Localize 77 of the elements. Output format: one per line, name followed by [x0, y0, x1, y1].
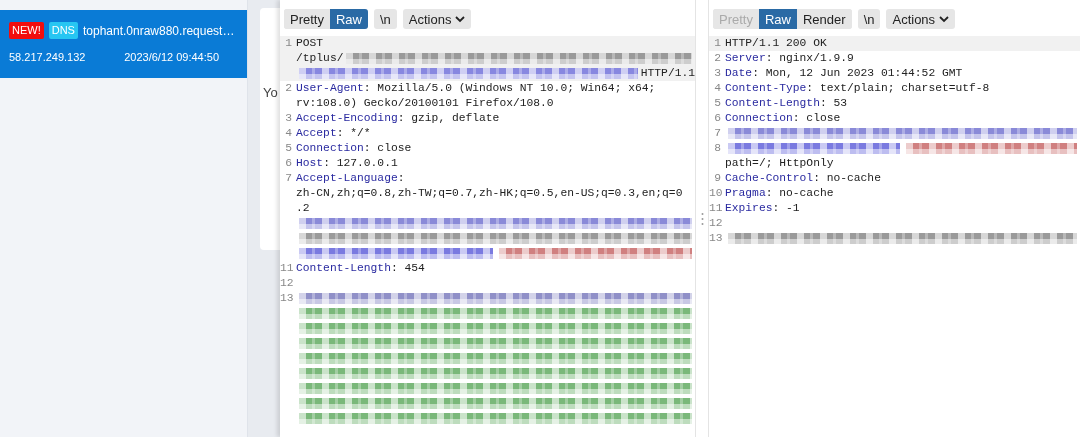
- code-text: .2: [296, 201, 310, 216]
- line-number: 1: [713, 36, 722, 51]
- line-number: 2: [284, 81, 293, 96]
- line-number: 11: [709, 201, 724, 216]
- code-text: HTTP/1.1: [640, 66, 695, 81]
- code-text: POST: [296, 36, 324, 51]
- line-number: 10: [709, 186, 724, 201]
- line-number: 3: [713, 66, 722, 81]
- header-name: Content-Type: [725, 81, 807, 96]
- line-number: 13: [280, 291, 295, 306]
- line-number: 8: [713, 141, 722, 156]
- code-text: : 127.0.0.1: [323, 156, 398, 171]
- line-number: 12: [709, 216, 724, 231]
- request-title: tophant.0nraw880.request…: [82, 23, 235, 38]
- code-text: :: [397, 171, 405, 186]
- line-number: 7: [713, 126, 722, 141]
- code-text: : Mozilla/5.0 (Windows NT 10.0; Win64; x64;: [363, 81, 656, 96]
- header-name: Accept: [296, 126, 337, 141]
- card-text: Yo: [262, 85, 278, 100]
- code-text: : Mon, 12 Jun 2023 01:44:52 GMT: [752, 66, 963, 81]
- header-name: Accept-Language: [296, 171, 398, 186]
- code-text: HTTP/1.1 200 OK: [725, 36, 827, 51]
- code-text: /tplus/: [296, 51, 344, 66]
- line-number: 3: [284, 111, 293, 126]
- code-text: : 454: [390, 261, 425, 276]
- line-number: 12: [280, 276, 295, 291]
- timestamp: 2023/6/12 09:44:50: [124, 51, 219, 63]
- line-number: 11: [280, 261, 295, 276]
- header-name: Connection: [725, 111, 793, 126]
- header-name: User-Agent: [296, 81, 364, 96]
- line-number: 6: [284, 156, 293, 171]
- line-number: 9: [713, 171, 722, 186]
- new-badge: NEW!: [9, 22, 44, 39]
- line-number: 13: [709, 231, 724, 246]
- code-text: : gzip, deflate: [397, 111, 500, 126]
- code-text: : */*: [336, 126, 371, 141]
- line-number: 6: [713, 111, 722, 126]
- view-tab[interactable]: Raw: [329, 9, 368, 29]
- newline-button[interactable]: \n: [374, 9, 397, 29]
- code-text: rv:108.0) Gecko/20100101 Firefox/108.0: [296, 96, 554, 111]
- code-text: : no-cache: [765, 186, 834, 201]
- list-item[interactable]: NEW! DNS tophant.0nraw880.request… 58.217.249.132 2023/6/12 09:44:50: [0, 10, 247, 78]
- header-name: Server: [725, 51, 766, 66]
- header-name: Content-Length: [296, 261, 391, 276]
- view-tab[interactable]: Raw: [758, 9, 797, 29]
- header-name: Expires: [725, 201, 773, 216]
- code-text: : -1: [772, 201, 800, 216]
- ip-address: 58.217.249.132: [9, 51, 86, 63]
- drag-handle-icon[interactable]: [700, 211, 704, 226]
- line-number: 1: [284, 36, 293, 51]
- line-number: 5: [713, 96, 722, 111]
- header-name: Content-Length: [725, 96, 820, 111]
- line-number: 7: [284, 171, 293, 186]
- header-name: Cache-Control: [725, 171, 814, 186]
- code-text: : close: [363, 141, 412, 156]
- actions-button[interactable]: Actions: [402, 9, 472, 29]
- code-text: : 53: [819, 96, 848, 111]
- line-number: 4: [713, 81, 722, 96]
- code-text: : nginx/1.9.9: [765, 51, 854, 66]
- header-name: Date: [725, 66, 753, 81]
- code-text: : no-cache: [813, 171, 881, 186]
- header-name: Accept-Encoding: [296, 111, 398, 126]
- actions-button[interactable]: Actions: [886, 9, 956, 29]
- line-number: 5: [284, 141, 293, 156]
- code-text: : text/plain; charset=utf-8: [806, 81, 990, 96]
- line-number: 4: [284, 126, 293, 141]
- code-text: zh-CN,zh;q=0.8,zh-TW;q=0.7,zh-HK;q=0.5,en-US;q=0.3,en;q=0: [296, 186, 683, 201]
- chevron-icon: [939, 15, 950, 23]
- type-badge: DNS: [48, 22, 78, 39]
- line-number: 2: [713, 51, 722, 66]
- code-text: : close: [792, 111, 841, 126]
- chevron-icon: [455, 15, 466, 23]
- code-text: path=/; HttpOnly: [725, 156, 834, 171]
- header-name: Connection: [296, 141, 364, 156]
- newline-button[interactable]: \n: [857, 9, 881, 29]
- header-name: Host: [296, 156, 324, 171]
- header-name: Pragma: [725, 186, 766, 201]
